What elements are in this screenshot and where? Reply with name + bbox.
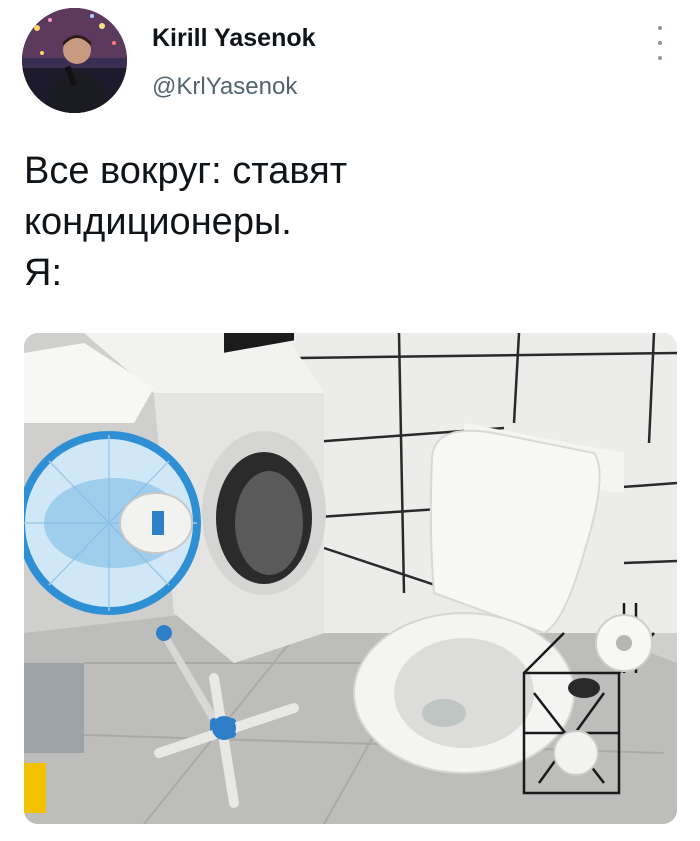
author-name[interactable]: Kirill Yasenok	[152, 24, 316, 53]
avatar-photo	[22, 8, 127, 113]
tweet-text: Все вокруг: ставят кондиционеры. Я:	[24, 150, 348, 294]
tweet-photo[interactable]	[24, 333, 677, 824]
avatar[interactable]	[22, 8, 127, 113]
more-vertical-icon[interactable]	[650, 26, 670, 60]
more-dot	[658, 41, 662, 45]
more-dot	[658, 56, 662, 60]
bathroom-photo	[24, 333, 677, 824]
more-dot	[658, 26, 662, 30]
author-handle[interactable]: @KrlYasenok	[152, 73, 297, 101]
